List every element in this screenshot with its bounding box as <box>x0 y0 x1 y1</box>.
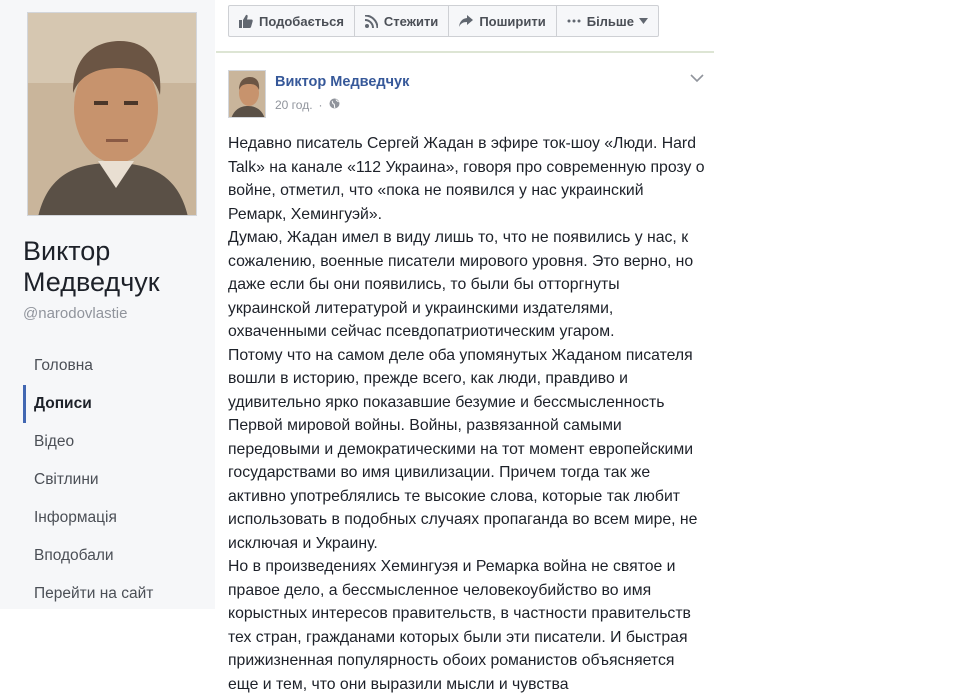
caret-down-icon <box>639 18 648 24</box>
nav-item-posts[interactable]: Дописи <box>23 385 215 423</box>
page-nav: Головна Дописи Відео Світлини Інформація… <box>23 347 215 613</box>
post-paragraph: Но в произведениях Хемингуэя и Ремарка в… <box>228 558 691 693</box>
page-name[interactable]: Виктор Медведчук <box>23 236 203 298</box>
share-label: Поширити <box>479 13 546 29</box>
more-label: Більше <box>586 13 634 29</box>
follow-button[interactable]: Стежити <box>355 6 450 36</box>
nav-item-photos[interactable]: Світлини <box>23 461 215 499</box>
ellipsis-icon <box>567 19 581 23</box>
page-action-bar: Подобається Стежити Поширити Більше <box>228 5 659 37</box>
section-divider <box>216 51 714 53</box>
post-meta: 20 год. · <box>275 98 340 112</box>
globe-icon[interactable] <box>329 98 340 112</box>
like-label: Подобається <box>259 13 344 29</box>
rss-icon <box>364 14 378 28</box>
page-handle[interactable]: @narodovlastie <box>23 305 127 322</box>
post-timestamp[interactable]: 20 год. <box>275 98 313 112</box>
more-button[interactable]: Більше <box>557 6 658 36</box>
nav-item-videos[interactable]: Відео <box>23 423 215 461</box>
left-sidebar: Виктор Медведчук @narodovlastie Головна … <box>0 0 215 609</box>
post-author-avatar[interactable] <box>228 70 266 118</box>
post-paragraph: Недавно писатель Сергей Жадан в эфире то… <box>228 135 705 223</box>
nav-item-likes[interactable]: Вподобали <box>23 537 215 575</box>
post-author-name[interactable]: Виктор Медведчук <box>275 74 409 90</box>
post-paragraph: Потому что на самом деле оба упомянутых … <box>228 346 698 552</box>
nav-item-website[interactable]: Перейти на сайт <box>23 575 215 613</box>
profile-photo-icon <box>28 13 196 215</box>
post-body: Недавно писатель Сергей Жадан в эфире то… <box>228 132 706 696</box>
post-options-chevron-icon[interactable] <box>690 70 704 88</box>
nav-item-about[interactable]: Інформація <box>23 499 215 537</box>
thumbs-up-icon <box>239 14 253 28</box>
nav-item-home[interactable]: Головна <box>23 347 215 385</box>
profile-picture[interactable] <box>27 12 197 216</box>
share-arrow-icon <box>459 15 474 27</box>
author-photo-icon <box>229 71 265 117</box>
meta-separator: · <box>318 98 323 112</box>
share-button[interactable]: Поширити <box>449 6 557 36</box>
like-button[interactable]: Подобається <box>229 6 355 36</box>
follow-label: Стежити <box>383 13 439 29</box>
post-paragraph: Думаю, Жадан имел в виду лишь то, что не… <box>228 229 694 340</box>
